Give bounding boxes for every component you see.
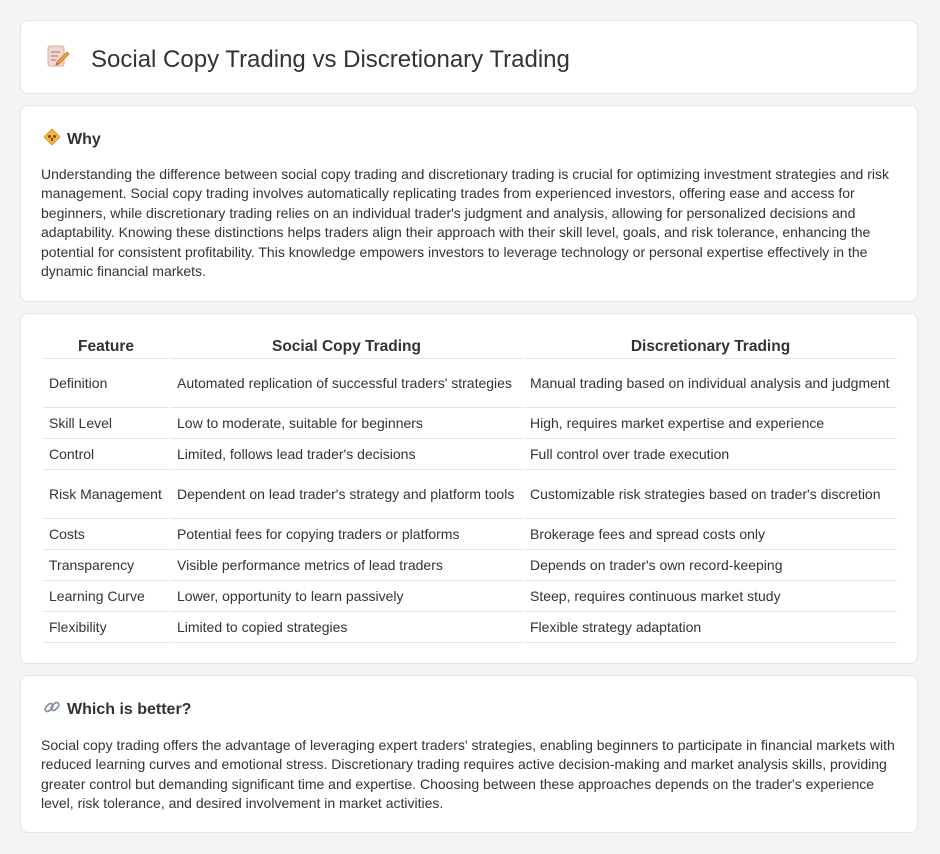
feature-cell: Skill Level xyxy=(43,408,169,439)
feature-cell: Flexibility xyxy=(43,612,169,643)
social-copy-cell: Dependent on lead trader's strategy and … xyxy=(171,470,522,519)
social-copy-cell: Lower, opportunity to learn passively xyxy=(171,581,522,612)
table-row: Definition Automated replication of succ… xyxy=(43,359,897,408)
header-social-copy: Social Copy Trading xyxy=(171,336,522,359)
social-copy-cell: Automated replication of successful trad… xyxy=(171,359,522,408)
discretionary-cell: Flexible strategy adaptation xyxy=(524,612,897,643)
social-copy-cell: Limited to copied strategies xyxy=(171,612,522,643)
comparison-table: Feature Social Copy Trading Discretionar… xyxy=(41,336,899,643)
feature-cell: Control xyxy=(43,439,169,470)
header-discretionary: Discretionary Trading xyxy=(524,336,897,359)
table-row: Skill Level Low to moderate, suitable fo… xyxy=(43,408,897,439)
header-card: Social Copy Trading vs Discretionary Tra… xyxy=(20,20,918,94)
table-row: Costs Potential fees for copying traders… xyxy=(43,519,897,550)
lightbulb-icon xyxy=(43,128,67,151)
table-row: Flexibility Limited to copied strategies… xyxy=(43,612,897,643)
social-copy-cell: Low to moderate, suitable for beginners xyxy=(171,408,522,439)
feature-cell: Risk Management xyxy=(43,470,169,519)
link-icon xyxy=(43,698,67,721)
table-row: Control Limited, follows lead trader's d… xyxy=(43,439,897,470)
table-row: Transparency Visible performance metrics… xyxy=(43,550,897,581)
better-text: Social copy trading offers the advantage… xyxy=(41,737,895,812)
discretionary-cell: High, requires market expertise and expe… xyxy=(524,408,897,439)
discretionary-cell: Brokerage fees and spread costs only xyxy=(524,519,897,550)
better-heading: Which is better? xyxy=(43,698,191,721)
social-copy-cell: Limited, follows lead trader's decisions xyxy=(171,439,522,470)
social-copy-cell: Visible performance metrics of lead trad… xyxy=(171,550,522,581)
comparison-section: Feature Social Copy Trading Discretionar… xyxy=(20,313,918,664)
feature-cell: Learning Curve xyxy=(43,581,169,612)
page-title: Social Copy Trading vs Discretionary Tra… xyxy=(91,45,570,73)
discretionary-cell: Steep, requires continuous market study xyxy=(524,581,897,612)
header-feature: Feature xyxy=(43,336,169,359)
social-copy-cell: Potential fees for copying traders or pl… xyxy=(171,519,522,550)
table-header-row: Feature Social Copy Trading Discretionar… xyxy=(43,336,897,359)
table-row: Risk Management Dependent on lead trader… xyxy=(43,470,897,519)
discretionary-cell: Full control over trade execution xyxy=(524,439,897,470)
feature-cell: Costs xyxy=(43,519,169,550)
why-title: Why xyxy=(67,130,101,148)
why-section: Why Understanding the difference between… xyxy=(20,105,918,302)
feature-cell: Transparency xyxy=(43,550,169,581)
feature-cell: Definition xyxy=(43,359,169,408)
which-is-better-section: Which is better? Social copy trading off… xyxy=(20,675,918,833)
discretionary-cell: Depends on trader's own record-keeping xyxy=(524,550,897,581)
discretionary-cell: Customizable risk strategies based on tr… xyxy=(524,470,897,519)
better-title: Which is better? xyxy=(67,700,192,718)
why-heading: Why xyxy=(43,128,101,151)
title-row: Social Copy Trading vs Discretionary Tra… xyxy=(45,43,570,76)
document-pencil-icon xyxy=(45,43,91,76)
discretionary-cell: Manual trading based on individual analy… xyxy=(524,359,897,408)
table-row: Learning Curve Lower, opportunity to lea… xyxy=(43,581,897,612)
why-text: Understanding the difference between soc… xyxy=(41,166,889,280)
